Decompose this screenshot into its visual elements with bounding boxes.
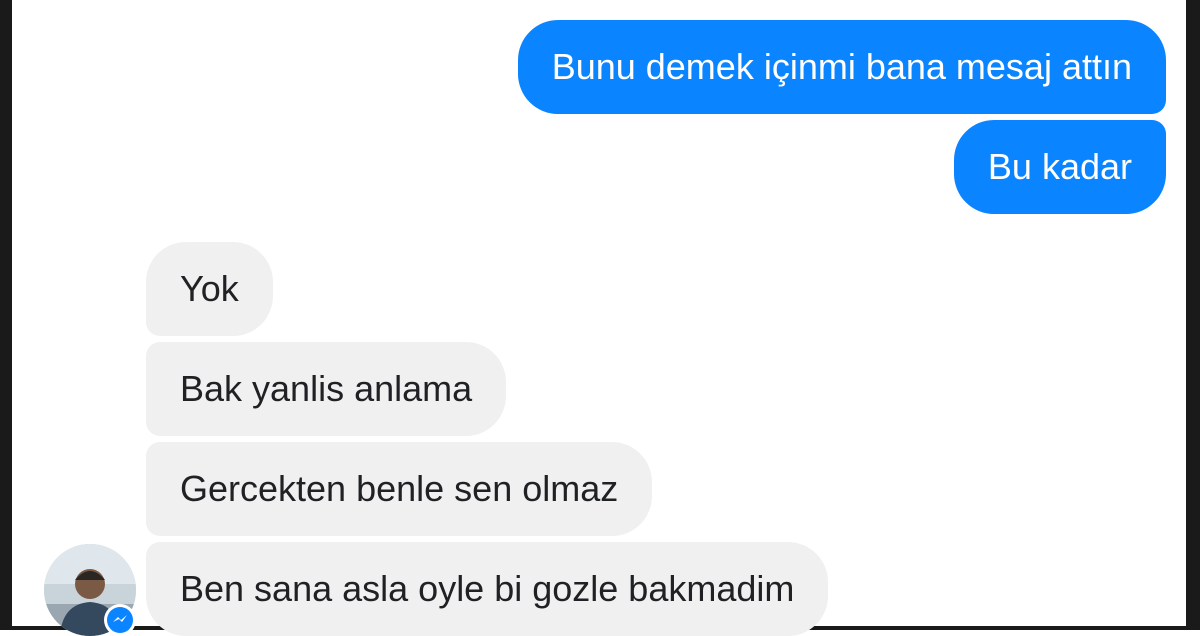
left-frame-edge bbox=[0, 0, 12, 630]
sent-message-2[interactable]: Bu kadar bbox=[953, 120, 1166, 214]
received-message-3[interactable]: Gercekten benle sen olmaz bbox=[146, 442, 653, 536]
received-message-1[interactable]: Yok bbox=[146, 242, 273, 336]
received-message-4[interactable]: Ben sana asla oyle bi gozle bakmadim bbox=[146, 542, 829, 636]
messenger-icon bbox=[107, 607, 133, 633]
messenger-status-badge bbox=[104, 604, 136, 636]
message-thread: Bunu demek içinmi bana mesaj attın Bu ka… bbox=[12, 0, 1186, 636]
received-message-2[interactable]: Bak yanlis anlama bbox=[146, 342, 507, 436]
sent-message-1[interactable]: Bunu demek içinmi bana mesaj attın bbox=[517, 20, 1166, 114]
right-frame-edge bbox=[1186, 0, 1200, 630]
